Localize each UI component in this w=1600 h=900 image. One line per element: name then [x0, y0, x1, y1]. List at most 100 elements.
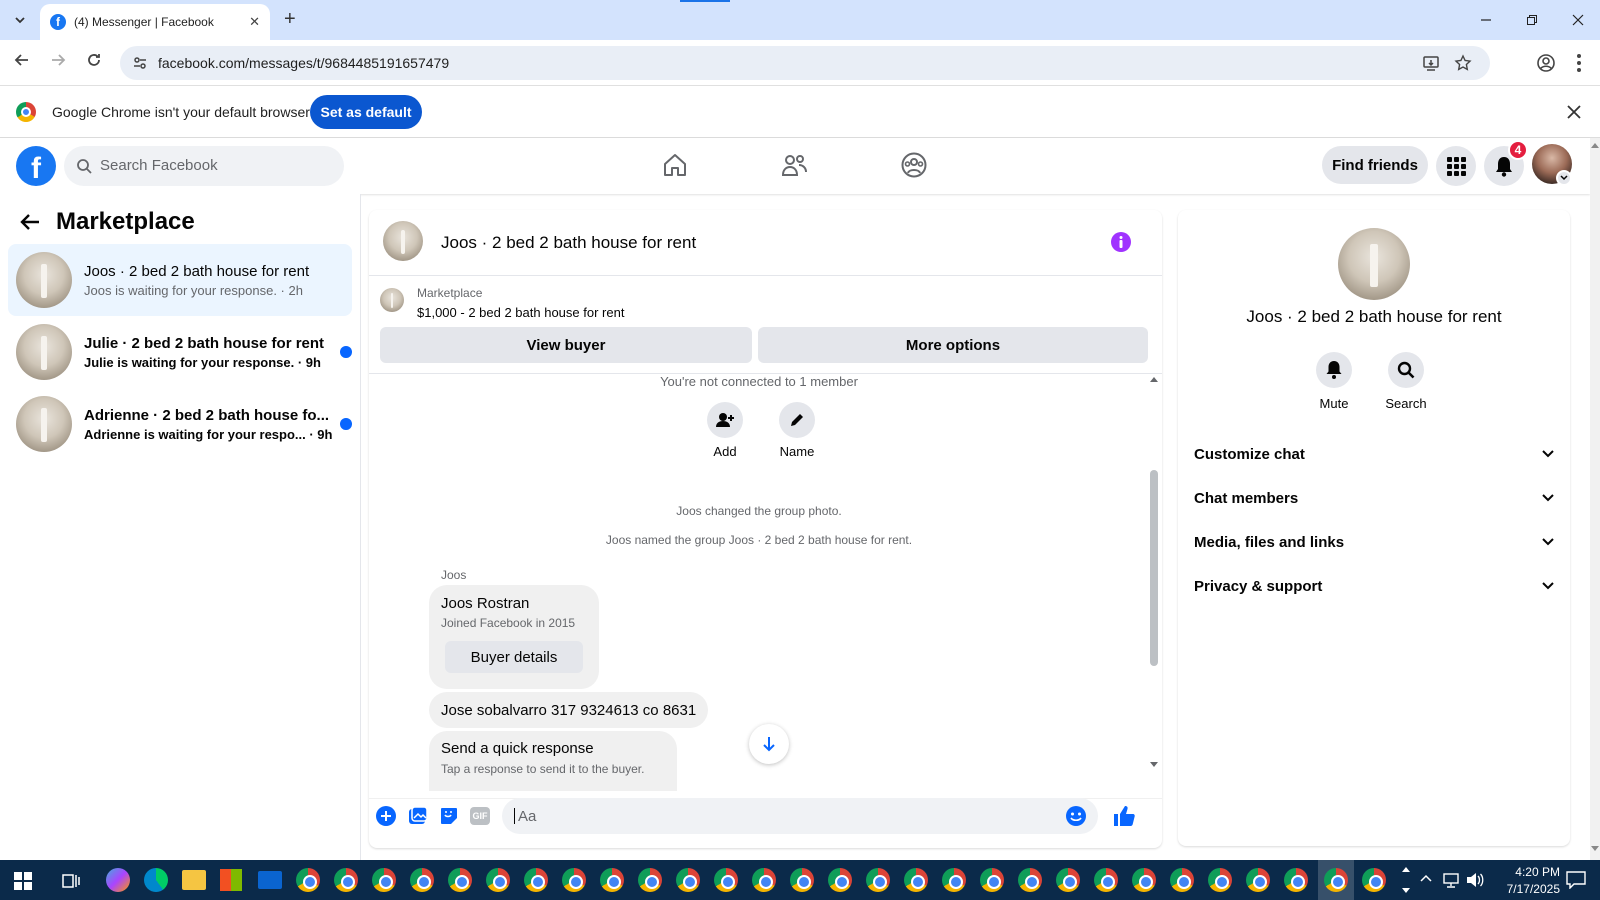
- chrome-taskbar-icon[interactable]: [1170, 868, 1194, 892]
- task-view-icon[interactable]: [62, 872, 80, 890]
- chrome-taskbar-icon[interactable]: [714, 868, 738, 892]
- name-group-button[interactable]: [779, 402, 815, 438]
- chrome-taskbar-icon[interactable]: [1132, 868, 1156, 892]
- file-explorer-icon[interactable]: [182, 870, 206, 890]
- restore-icon[interactable]: [1526, 14, 1538, 26]
- privacy-support-section[interactable]: Privacy & support: [1194, 571, 1554, 601]
- sticker-icon[interactable]: [439, 806, 459, 826]
- chrome-taskbar-icon[interactable]: [562, 868, 586, 892]
- chrome-taskbar-icon[interactable]: [1208, 868, 1232, 892]
- home-icon[interactable]: [662, 152, 688, 178]
- edge-icon[interactable]: [144, 868, 168, 892]
- chrome-taskbar-icon[interactable]: [752, 868, 776, 892]
- chrome-taskbar-icon[interactable]: [980, 868, 1004, 892]
- new-tab-button[interactable]: +: [284, 8, 296, 31]
- listing-title[interactable]: $1,000 - 2 bed 2 bath house for rent: [417, 305, 624, 320]
- chrome-menu-icon[interactable]: [1576, 53, 1582, 73]
- photo-icon[interactable]: [408, 806, 428, 826]
- friends-icon[interactable]: [780, 152, 808, 178]
- bookmark-star-icon[interactable]: [1454, 54, 1472, 72]
- chrome-taskbar-icon-active[interactable]: [1324, 868, 1348, 892]
- view-buyer-button[interactable]: View buyer: [380, 327, 752, 363]
- add-member-button[interactable]: [707, 402, 743, 438]
- show-hidden-icons-icon[interactable]: [1420, 874, 1432, 882]
- page-scrollbar[interactable]: [1590, 138, 1600, 860]
- windows-start-icon[interactable]: [14, 872, 32, 890]
- search-conversation-button[interactable]: [1388, 352, 1424, 388]
- network-icon[interactable]: [1442, 872, 1462, 888]
- taskbar-time[interactable]: 4:20 PM: [1480, 865, 1560, 879]
- mute-button[interactable]: [1316, 352, 1352, 388]
- back-arrow-icon[interactable]: [20, 213, 40, 231]
- chrome-taskbar-icon[interactable]: [1362, 868, 1386, 892]
- chrome-taskbar-icon[interactable]: [1246, 868, 1270, 892]
- thread-title[interactable]: Joos · 2 bed 2 bath house for rent: [441, 233, 696, 253]
- minimize-icon[interactable]: [1480, 14, 1492, 26]
- message-input[interactable]: Aa: [502, 798, 1098, 834]
- info-icon[interactable]: [1110, 231, 1132, 253]
- chrome-taskbar-icon[interactable]: [1018, 868, 1042, 892]
- thread-scrollbar[interactable]: [1148, 376, 1160, 796]
- scroll-up-icon[interactable]: [1150, 376, 1158, 382]
- reload-icon[interactable]: [86, 52, 102, 68]
- buyer-details-button[interactable]: Buyer details: [445, 641, 583, 673]
- details-avatar[interactable]: [1338, 228, 1410, 300]
- quick-response-card[interactable]: Send a quick response Tap a response to …: [429, 731, 677, 791]
- scroll-down-icon[interactable]: [1591, 846, 1599, 852]
- chrome-taskbar-icon[interactable]: [524, 868, 548, 892]
- chrome-taskbar-icon[interactable]: [676, 868, 700, 892]
- chrome-taskbar-icon[interactable]: [790, 868, 814, 892]
- copilot-icon[interactable]: [106, 868, 130, 892]
- chrome-taskbar-icon[interactable]: [334, 868, 358, 892]
- site-info-icon[interactable]: [132, 55, 148, 71]
- chat-members-section[interactable]: Chat members: [1194, 483, 1554, 513]
- tab-search-button[interactable]: [8, 8, 32, 32]
- chrome-taskbar-icon[interactable]: [372, 868, 396, 892]
- thumbs-up-icon[interactable]: [1112, 804, 1136, 828]
- scroll-thumb[interactable]: [1150, 470, 1158, 666]
- install-app-icon[interactable]: [1422, 54, 1440, 72]
- scroll-up-icon[interactable]: [1591, 142, 1599, 148]
- chrome-taskbar-icon[interactable]: [600, 868, 624, 892]
- conversation-item[interactable]: Adrienne · 2 bed 2 bath house fo... Adri…: [8, 388, 352, 460]
- more-options-button[interactable]: More options: [758, 327, 1148, 363]
- scroll-down-icon[interactable]: [1150, 762, 1158, 768]
- notification-center-icon[interactable]: [1566, 871, 1586, 889]
- taskbar-scroll-icon[interactable]: [1402, 866, 1410, 894]
- store-icon[interactable]: [220, 869, 242, 891]
- close-banner-icon[interactable]: [1567, 105, 1581, 119]
- chrome-taskbar-icon[interactable]: [410, 868, 434, 892]
- set-as-default-button[interactable]: Set as default: [310, 95, 422, 129]
- gif-button[interactable]: GIF: [470, 807, 490, 825]
- taskbar-date[interactable]: 7/17/2025: [1480, 882, 1560, 896]
- chrome-taskbar-icon[interactable]: [296, 868, 320, 892]
- forward-arrow-icon[interactable]: [50, 52, 66, 68]
- chrome-taskbar-icon[interactable]: [638, 868, 662, 892]
- close-tab-icon[interactable]: ✕: [249, 14, 260, 30]
- omnibox[interactable]: facebook.com/messages/t/9684485191657479: [120, 46, 1490, 80]
- facebook-logo-icon[interactable]: f: [16, 146, 56, 186]
- mail-icon[interactable]: [258, 871, 282, 889]
- chrome-taskbar-icon[interactable]: [828, 868, 852, 892]
- close-window-icon[interactable]: [1572, 14, 1584, 26]
- conversation-item[interactable]: Joos · 2 bed 2 bath house for rent Joos …: [8, 244, 352, 316]
- conversation-item[interactable]: Julie · 2 bed 2 bath house for rent Juli…: [8, 316, 352, 388]
- chrome-taskbar-icon[interactable]: [1056, 868, 1080, 892]
- find-friends-button[interactable]: Find friends: [1322, 146, 1428, 184]
- account-menu-toggle[interactable]: [1556, 170, 1572, 186]
- chrome-taskbar-icon[interactable]: [1094, 868, 1118, 892]
- browser-tab-messenger[interactable]: f (4) Messenger | Facebook ✕: [40, 4, 270, 40]
- chrome-taskbar-icon[interactable]: [486, 868, 510, 892]
- customize-chat-section[interactable]: Customize chat: [1194, 439, 1554, 469]
- emoji-icon[interactable]: [1065, 805, 1087, 827]
- chrome-taskbar-icon[interactable]: [448, 868, 472, 892]
- scroll-to-bottom-button[interactable]: [749, 724, 789, 764]
- thread-avatar[interactable]: [383, 221, 423, 261]
- menu-button[interactable]: [1436, 146, 1476, 186]
- chrome-taskbar-icon[interactable]: [866, 868, 890, 892]
- groups-icon[interactable]: [900, 151, 928, 179]
- facebook-search-input[interactable]: Search Facebook: [64, 146, 344, 186]
- chrome-taskbar-icon[interactable]: [942, 868, 966, 892]
- plus-circle-icon[interactable]: [376, 806, 396, 826]
- chrome-taskbar-icon[interactable]: [904, 868, 928, 892]
